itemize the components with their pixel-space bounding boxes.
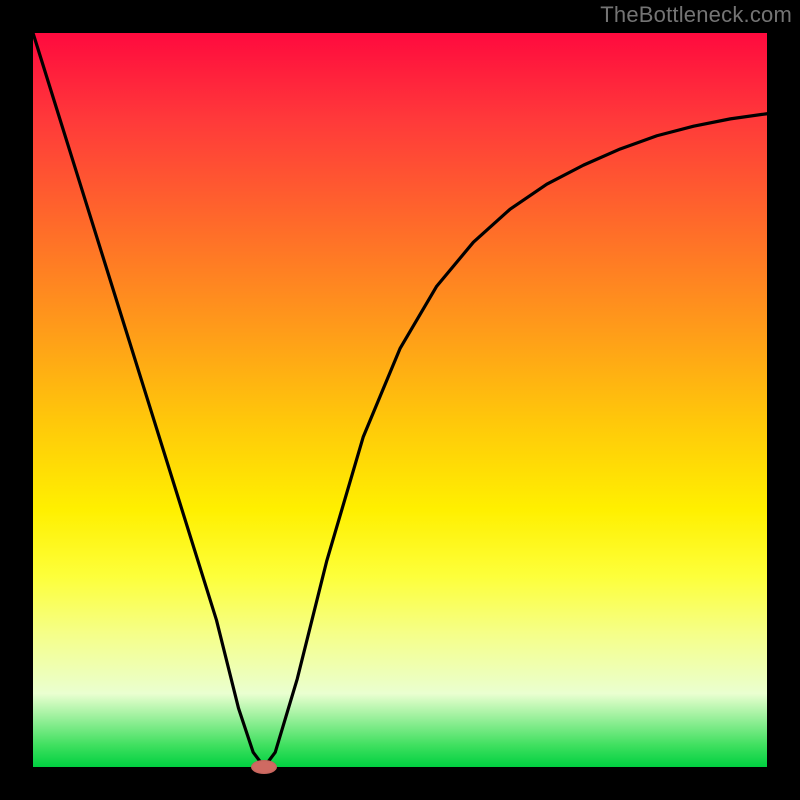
bottleneck-curve xyxy=(33,33,767,767)
plot-area xyxy=(33,33,767,767)
optimum-marker xyxy=(251,760,277,774)
watermark-text: TheBottleneck.com xyxy=(600,2,792,28)
chart-frame: TheBottleneck.com xyxy=(0,0,800,800)
